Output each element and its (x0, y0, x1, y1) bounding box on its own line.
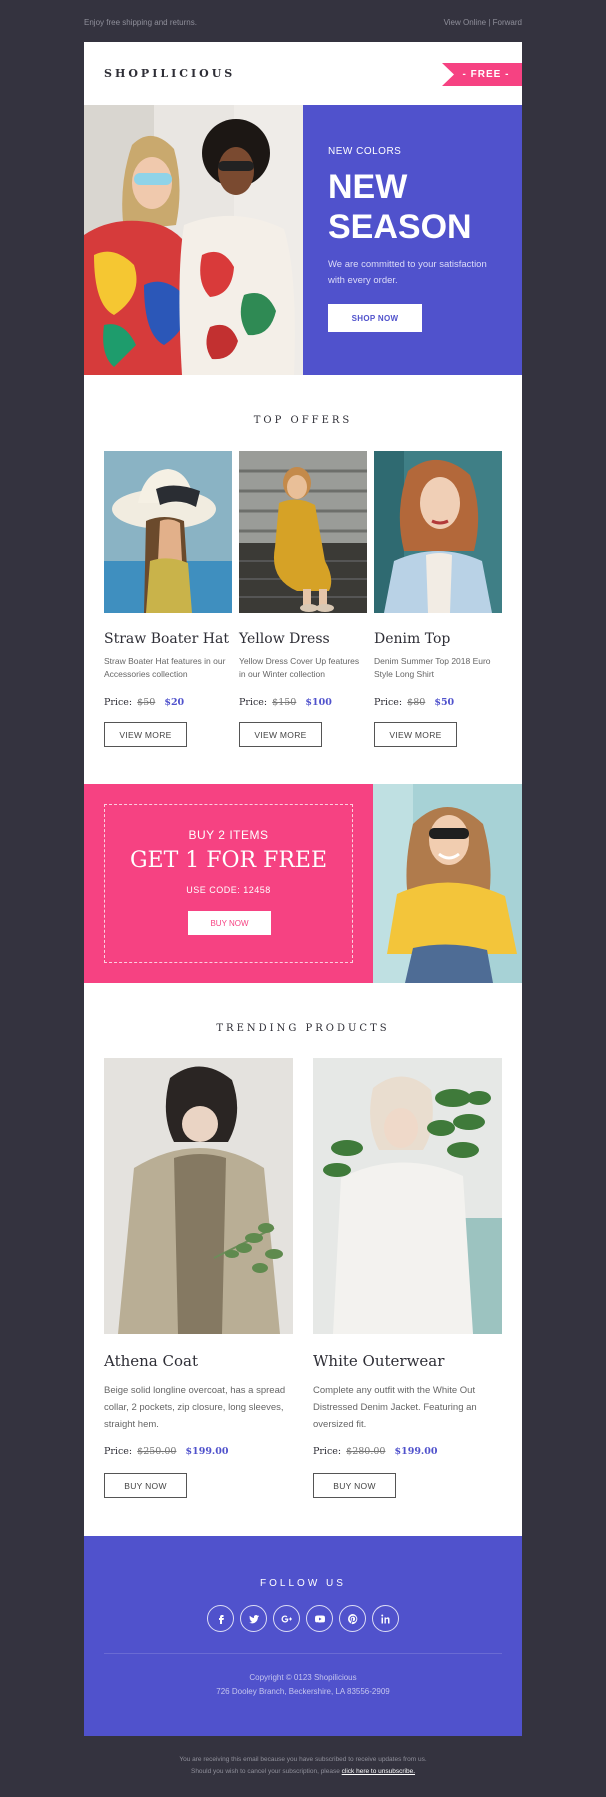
new-price: $199.00 (185, 1446, 229, 1457)
old-price: $250.00 (137, 1446, 177, 1457)
address-text: 726 Dooley Branch, Beckershire, LA 83556… (216, 1687, 390, 1696)
product-description: Complete any outfit with the White Out D… (313, 1385, 477, 1430)
price-label: Price: (374, 697, 403, 708)
offer-price: Price: $80 $50 (374, 697, 502, 708)
offer-card: Yellow Dress Yellow Dress Cover Up featu… (239, 451, 367, 747)
product-image-white-outerwear[interactable] (313, 1058, 502, 1334)
hero-title: NEW SEASON (328, 168, 472, 246)
product-price: Price: $250.00 $199.00 (104, 1446, 293, 1457)
top-offers-section: TOP OFFERS Straw Boater Hat Straw Boater… (84, 375, 522, 784)
copyright: Copyright © 0123 Shopilicious 726 Dooley… (84, 1671, 522, 1699)
preheader: Enjoy free shipping and returns. View On… (84, 18, 522, 27)
product-card: White Outerwear Complete any outfit with… (313, 1058, 502, 1498)
copyright-text: Copyright © 0123 Shopilicious (249, 1673, 357, 1682)
new-price: $199.00 (394, 1446, 438, 1457)
offer-price: Price: $150 $100 (239, 697, 367, 708)
old-price: $280.00 (346, 1446, 386, 1457)
buy-now-button[interactable]: BUY NOW (188, 911, 271, 935)
offer-name: Denim Top (374, 631, 451, 647)
view-more-button[interactable]: VIEW MORE (104, 722, 187, 747)
price-label: Price: (239, 697, 268, 708)
preheader-separator: | (488, 18, 491, 27)
hero-banner: NEW COLORS NEW SEASON We are committed t… (84, 105, 522, 375)
trending-products-section: TRENDING PRODUCTS Athena Coat Beige soli… (84, 983, 522, 1536)
buy-now-button[interactable]: BUY NOW (313, 1473, 396, 1498)
unsubscribe-link[interactable]: click here to unsubscribe. (342, 1768, 415, 1775)
hero-kicker: NEW COLORS (328, 146, 402, 157)
promo-title: GET 1 FOR FREE (129, 848, 328, 873)
promo-banner: BUY 2 ITEMS GET 1 FOR FREE USE CODE: 124… (84, 784, 522, 983)
old-price: $50 (137, 697, 156, 708)
facebook-icon[interactable] (207, 1605, 234, 1632)
view-more-button[interactable]: VIEW MORE (239, 722, 322, 747)
hero-image[interactable] (84, 105, 303, 375)
youtube-icon[interactable] (306, 1605, 333, 1632)
promo-kicker: BUY 2 ITEMS (188, 828, 269, 842)
price-label: Price: (104, 697, 133, 708)
view-online-link[interactable]: View Online (444, 18, 487, 27)
promo-code: USE CODE: 12458 (186, 885, 271, 895)
email-footer: FOLLOW US Copyright © 0123 Shopilicious … (84, 1536, 522, 1736)
google-plus-icon[interactable] (273, 1605, 300, 1632)
offer-description: Straw Boater Hat features in our Accesso… (104, 656, 226, 679)
forward-link[interactable]: Forward (493, 18, 522, 27)
offer-price: Price: $50 $20 (104, 697, 232, 708)
product-name: Athena Coat (104, 1352, 198, 1370)
footer-divider (104, 1653, 502, 1654)
offer-card: Straw Boater Hat Straw Boater Hat featur… (104, 451, 232, 747)
subscription-notice: You are receiving this email because you… (84, 1754, 522, 1778)
offer-description: Denim Summer Top 2018 Euro Style Long Sh… (374, 656, 491, 679)
shop-now-button[interactable]: SHOP NOW (328, 304, 422, 332)
offer-image-denim-top[interactable] (374, 451, 502, 613)
follow-us-heading: FOLLOW US (260, 1578, 346, 1589)
preheader-links: View Online | Forward (444, 18, 522, 27)
email-header: SHOPILICIOUS - FREE - (84, 42, 522, 105)
pinterest-icon[interactable] (339, 1605, 366, 1632)
subscription-reason: You are receiving this email because you… (179, 1756, 427, 1763)
offer-name: Straw Boater Hat (104, 631, 229, 647)
offer-card: Denim Top Denim Summer Top 2018 Euro Sty… (374, 451, 502, 747)
linkedin-icon[interactable] (372, 1605, 399, 1632)
price-label: Price: (313, 1446, 342, 1457)
product-price: Price: $280.00 $199.00 (313, 1446, 502, 1457)
price-label: Price: (104, 1446, 133, 1457)
product-description: Beige solid longline overcoat, has a spr… (104, 1385, 286, 1430)
email-container: SHOPILICIOUS - FREE - NEW COLORS NEW SEA… (84, 42, 522, 1736)
new-price: $100 (305, 697, 332, 708)
logo[interactable]: SHOPILICIOUS (104, 67, 235, 80)
hero-panel: NEW COLORS NEW SEASON We are committed t… (303, 105, 522, 375)
buy-now-button[interactable]: BUY NOW (104, 1473, 187, 1498)
unsubscribe-text: Should you wish to cancel your subscript… (190, 1768, 340, 1775)
product-card: Athena Coat Beige solid longline overcoa… (104, 1058, 293, 1498)
offer-name: Yellow Dress (239, 631, 330, 647)
preheader-text: Enjoy free shipping and returns. (84, 18, 197, 27)
new-price: $20 (164, 697, 185, 708)
twitter-icon[interactable] (240, 1605, 267, 1632)
unsubscribe-line: Should you wish to cancel your subscript… (84, 1766, 522, 1778)
promo-image[interactable] (373, 784, 522, 983)
hero-text: We are committed to your satisfaction wi… (328, 259, 487, 286)
product-image-athena-coat[interactable] (104, 1058, 293, 1334)
social-links (84, 1605, 522, 1632)
trending-title: TRENDING PRODUCTS (216, 1023, 390, 1034)
free-badge: - FREE - (442, 63, 522, 86)
new-price: $50 (434, 697, 455, 708)
old-price: $80 (407, 697, 426, 708)
promo-panel: BUY 2 ITEMS GET 1 FOR FREE USE CODE: 124… (84, 784, 373, 983)
old-price: $150 (272, 697, 297, 708)
offer-description: Yellow Dress Cover Up features in our Wi… (239, 656, 360, 679)
top-offers-title: TOP OFFERS (253, 415, 353, 426)
offer-image-straw-hat[interactable] (104, 451, 232, 613)
product-name: White Outerwear (313, 1352, 445, 1370)
offer-image-yellow-dress[interactable] (239, 451, 367, 613)
view-more-button[interactable]: VIEW MORE (374, 722, 457, 747)
